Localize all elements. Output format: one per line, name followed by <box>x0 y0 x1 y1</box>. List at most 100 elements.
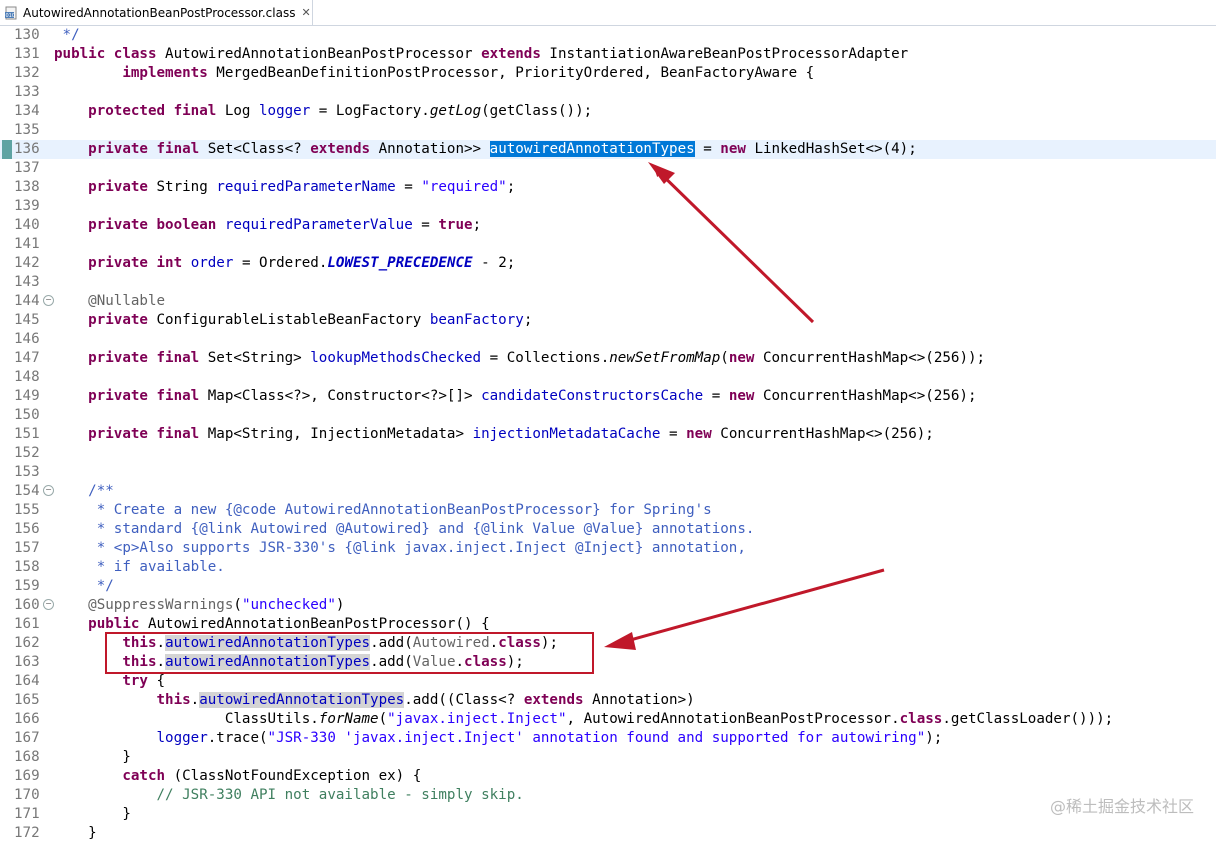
code-token: Annotation>) <box>583 692 695 708</box>
code-line[interactable]: 141 <box>0 235 1216 254</box>
code-line[interactable]: 147 private final Set<String> lookupMeth… <box>0 349 1216 368</box>
code-editor[interactable]: 130 */131 public class AutowiredAnnotatio… <box>0 26 1216 841</box>
code-token: @Nullable <box>88 293 166 309</box>
code-token: candidateConstructorsCache <box>481 388 704 404</box>
code-line[interactable]: 143 <box>0 273 1216 292</box>
code-token: . <box>190 692 200 708</box>
code-line[interactable]: 132 implements MergedBeanDefinitionPostP… <box>0 64 1216 83</box>
fold-toggle-icon[interactable]: − <box>43 599 54 610</box>
code-line[interactable]: 158 * if available. <box>0 558 1216 577</box>
code-line[interactable]: 140 private boolean requiredParameterVal… <box>0 216 1216 235</box>
code-line[interactable]: 144− @Nullable <box>0 292 1216 311</box>
code-text: private final Set<Class<? extends Annota… <box>54 140 917 159</box>
code-token: AutowiredAnnotationBeanPostProcessor() { <box>139 616 490 632</box>
code-token: order <box>190 255 234 271</box>
code-text: implements MergedBeanDefinitionPostProce… <box>54 64 814 83</box>
code-line[interactable]: 167 logger.trace("JSR-330 'javax.inject.… <box>0 729 1216 748</box>
code-line[interactable]: 146 <box>0 330 1216 349</box>
code-line[interactable]: 162 this.autowiredAnnotationTypes.add(Au… <box>0 634 1216 653</box>
close-icon[interactable]: ✕ <box>301 6 310 19</box>
line-number: 155 <box>14 502 40 518</box>
code-line[interactable]: 168 } <box>0 748 1216 767</box>
code-token: ); <box>506 654 524 670</box>
code-line[interactable]: 160− @SuppressWarnings("unchecked") <box>0 596 1216 615</box>
fold-toggle-icon[interactable]: − <box>43 485 54 496</box>
line-number: 145 <box>14 312 40 328</box>
line-number: 160 <box>14 597 40 613</box>
code-line[interactable]: 169 catch (ClassNotFoundException ex) { <box>0 767 1216 786</box>
code-line[interactable]: 136 private final Set<Class<? extends An… <box>0 140 1216 159</box>
code-line[interactable]: 154− /** <box>0 482 1216 501</box>
code-line[interactable]: 150 <box>0 406 1216 425</box>
code-token: autowiredAnnotationTypes <box>165 635 371 651</box>
code-line[interactable]: 138 private String requiredParameterName… <box>0 178 1216 197</box>
code-token: forName <box>318 711 379 727</box>
line-number: 171 <box>14 806 40 822</box>
code-line[interactable]: 148 <box>0 368 1216 387</box>
code-line[interactable]: 130 */ <box>0 26 1216 45</box>
line-number: 150 <box>14 407 40 423</box>
line-number: 159 <box>14 578 40 594</box>
fold-toggle-icon[interactable]: − <box>43 295 54 306</box>
watermark: @稀土掘金技术社区 <box>1049 797 1194 816</box>
line-number: 139 <box>14 198 40 214</box>
code-token: class <box>899 711 943 727</box>
code-line[interactable]: 161 public AutowiredAnnotationBeanPostPr… <box>0 615 1216 634</box>
code-line[interactable]: 137 <box>0 159 1216 178</box>
code-line[interactable]: 145 private ConfigurableListableBeanFact… <box>0 311 1216 330</box>
code-text: /** <box>54 482 114 501</box>
code-line[interactable]: 155 * Create a new {@code AutowiredAnnot… <box>0 501 1216 520</box>
line-number: 157 <box>14 540 40 556</box>
code-line[interactable]: 157 * <p>Also supports JSR-330's {@link … <box>0 539 1216 558</box>
code-line[interactable]: 164 try { <box>0 672 1216 691</box>
code-line[interactable]: 159 */ <box>0 577 1216 596</box>
code-token: = LogFactory. <box>310 103 430 119</box>
line-number: 130 <box>14 27 40 43</box>
code-token: class <box>498 635 541 651</box>
code-line[interactable]: 153 <box>0 463 1216 482</box>
line-number: 132 <box>14 65 40 81</box>
line-number: 138 <box>14 179 40 195</box>
code-line[interactable]: 170 // JSR-330 API not available - simpl… <box>0 786 1216 805</box>
code-line[interactable]: 151 private final Map<String, InjectionM… <box>0 425 1216 444</box>
code-line[interactable]: 165 this.autowiredAnnotationTypes.add((C… <box>0 691 1216 710</box>
code-line[interactable]: 156 * standard {@link Autowired @Autowir… <box>0 520 1216 539</box>
line-number: 136 <box>14 141 40 157</box>
code-token: = <box>395 179 422 195</box>
code-token: ( <box>233 597 242 613</box>
code-line[interactable]: 163 this.autowiredAnnotationTypes.add(Va… <box>0 653 1216 672</box>
code-token: Log <box>216 103 260 119</box>
line-number: 144 <box>14 293 40 309</box>
code-token: LOWEST_PRECEDENCE <box>327 255 473 271</box>
code-token: } <box>54 806 131 822</box>
code-line[interactable]: 149 private final Map<Class<?>, Construc… <box>0 387 1216 406</box>
editor-tab[interactable]: 010 AutowiredAnnotationBeanPostProcessor… <box>0 0 313 25</box>
code-line[interactable]: 139 <box>0 197 1216 216</box>
code-line[interactable]: 135 <box>0 121 1216 140</box>
line-number: 167 <box>14 730 40 746</box>
code-line[interactable]: 142 private int order = Ordered.LOWEST_P… <box>0 254 1216 273</box>
code-token: = Collections. <box>481 350 610 366</box>
code-token: Autowired <box>412 635 490 651</box>
code-token: ; <box>523 312 533 328</box>
code-token: Value <box>412 654 456 670</box>
code-line[interactable]: 171 } <box>0 805 1216 824</box>
code-text: */ <box>54 577 114 596</box>
code-line[interactable]: 172 } <box>0 824 1216 843</box>
code-line[interactable]: 131 public class AutowiredAnnotationBeanP… <box>0 45 1216 64</box>
code-line[interactable]: 166 ClassUtils.forName("javax.inject.Inj… <box>0 710 1216 729</box>
code-text: } <box>54 748 131 767</box>
code-line[interactable]: 152 <box>0 444 1216 463</box>
code-text: private int order = Ordered.LOWEST_PRECE… <box>54 254 515 273</box>
code-text: this.autowiredAnnotationTypes.add((Class… <box>54 691 695 710</box>
line-number: 148 <box>14 369 40 385</box>
code-line[interactable]: 134 protected final Log logger = LogFact… <box>0 102 1216 121</box>
code-token: this <box>122 654 157 670</box>
code-token: "unchecked" <box>241 597 336 613</box>
code-line[interactable]: 133 <box>0 83 1216 102</box>
